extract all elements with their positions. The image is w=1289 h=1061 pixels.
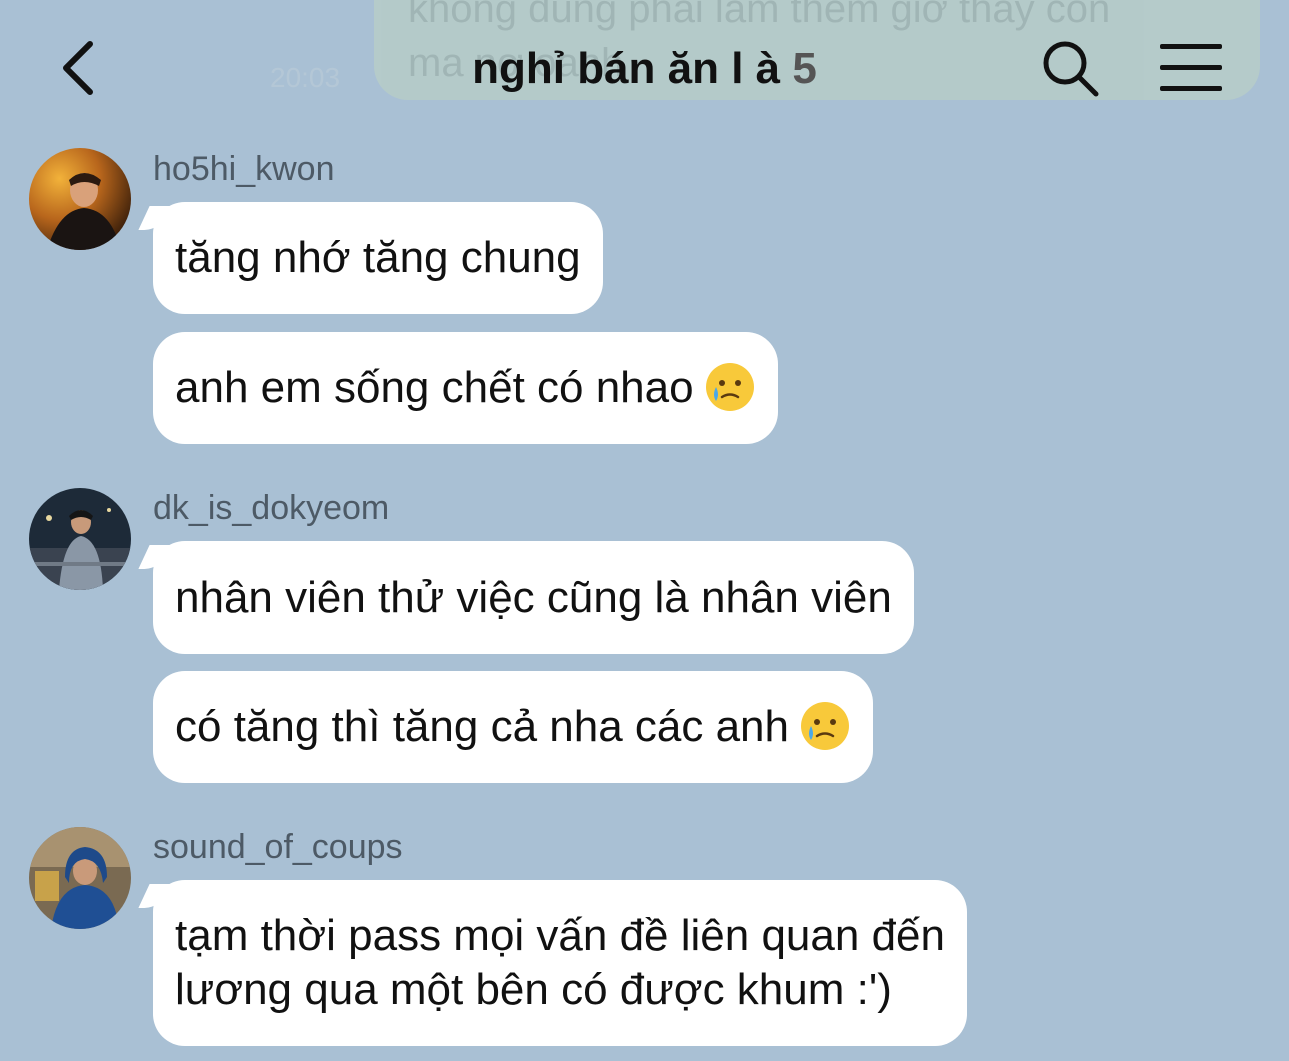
member-count: 5 — [792, 44, 817, 93]
message-bubble[interactable]: tăng nhớ tăng chung — [153, 202, 603, 314]
message-bubble[interactable]: có tăng thì tăng cả nha các anh — [153, 671, 874, 783]
sender-name: ho5hi_kwon — [153, 150, 335, 188]
message-text: tăng nhớ tăng chung — [175, 233, 581, 282]
avatar-ho5hi-kwon[interactable] — [29, 148, 131, 250]
message-bubble[interactable]: anh em sống chết có nhao — [153, 332, 778, 444]
search-button[interactable] — [1040, 38, 1102, 100]
menu-button[interactable] — [1160, 42, 1224, 94]
crying-face-emoji-icon — [705, 363, 754, 412]
message-text: anh em sống chết có nhao — [175, 363, 694, 412]
sender-name: dk_is_dokyeom — [153, 489, 390, 527]
message-text: có tăng thì tăng cả nha các anh — [175, 702, 790, 751]
message-text: nhân viên thử việc cũng là nhân viên — [175, 573, 892, 622]
crying-face-emoji-icon — [801, 702, 850, 751]
menu-icon — [1160, 44, 1222, 49]
message-text: tạm thời pass mọi vấn đề liên quan đến l… — [175, 911, 945, 1014]
message-bubble[interactable]: tạm thời pass mọi vấn đề liên quan đến l… — [153, 880, 967, 1046]
avatar-dk-is-dokyeom[interactable] — [29, 488, 131, 590]
avatar-sound-of-coups[interactable] — [29, 827, 131, 929]
search-icon — [1043, 41, 1099, 97]
sender-name: sound_of_coups — [153, 828, 403, 866]
chat-name: nghỉ bán ăn l à — [472, 44, 781, 93]
chat-header: không đúng phải làm thêm giờ thay con ma… — [0, 0, 1289, 134]
message-bubble[interactable]: nhân viên thử việc cũng là nhân viên — [153, 541, 914, 654]
